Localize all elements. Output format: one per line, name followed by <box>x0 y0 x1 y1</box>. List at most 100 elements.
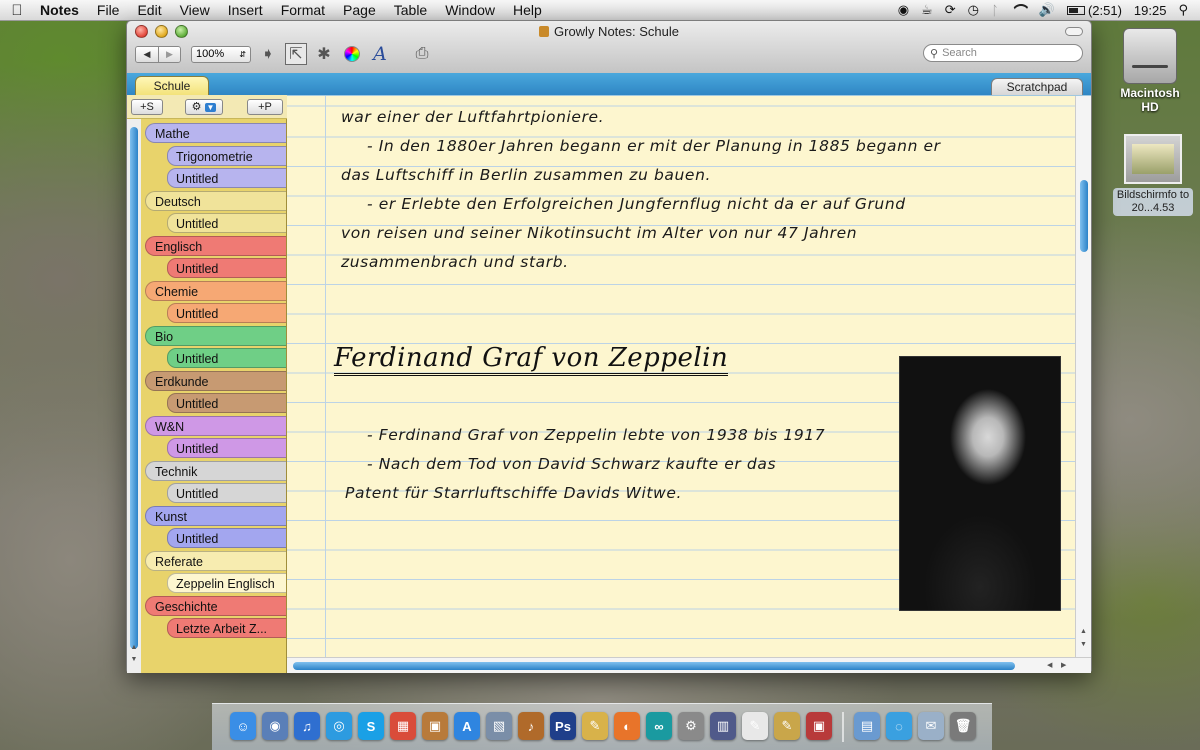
package-icon[interactable]: ▣ <box>422 712 448 740</box>
toolbar-toggle-button[interactable] <box>1065 27 1083 36</box>
color-picker-icon[interactable] <box>341 43 363 65</box>
skype-icon[interactable]: S <box>358 712 384 740</box>
vertical-scroll-thumb[interactable] <box>1080 180 1088 252</box>
wifi-icon[interactable] <box>1011 3 1027 17</box>
arrow-tool-icon[interactable]: ➧ <box>257 43 279 65</box>
trash-icon[interactable]: 🗑 <box>950 712 976 740</box>
note-canvas[interactable]: war einer der Luftfahrtpioniere. - In de… <box>287 96 1075 658</box>
spotlight-icon[interactable]: ⚲ <box>1178 2 1188 18</box>
guitar-icon[interactable]: ♪ <box>518 712 544 740</box>
section-tab[interactable]: Kunst <box>145 505 286 526</box>
section-tab[interactable]: Technik <box>145 460 286 481</box>
section-tab[interactable]: Deutsch <box>145 190 286 211</box>
scroll-down-icon[interactable]: ▼ <box>127 656 141 663</box>
menu-view[interactable]: View <box>171 2 219 18</box>
photoshop-icon[interactable]: Ps <box>550 712 576 740</box>
arduino-icon[interactable]: ∞ <box>646 712 672 740</box>
sidebar-scroll-thumb[interactable] <box>130 127 138 649</box>
scroll-left-icon[interactable]: ◀ <box>1047 661 1052 669</box>
appstore-icon[interactable]: A <box>454 712 480 740</box>
page-tab[interactable]: Untitled <box>167 213 286 233</box>
note-bullet[interactable]: - In den 1880er Jahren begann er mit der… <box>367 137 941 155</box>
title-bar[interactable]: Growly Notes: Schule ◀ ▶ 100% ⇵ ➧ ⇱ ✱ A ⎙… <box>127 21 1091 73</box>
desktop-icon-screenshot[interactable]: Bildschirmfo to 20...4.53 <box>1113 134 1193 216</box>
page-tab[interactable]: Letzte Arbeit Z... <box>167 618 286 638</box>
bluetooth-icon[interactable]: ᛚ <box>991 3 999 18</box>
tab-scratchpad[interactable]: Scratchpad <box>991 78 1083 95</box>
shield-icon[interactable]: ◉ <box>898 2 909 18</box>
page-tab[interactable]: Untitled <box>167 483 286 503</box>
applications-folder-icon[interactable]: ▤ <box>854 712 880 740</box>
section-tab[interactable]: Englisch <box>145 235 286 256</box>
print-icon[interactable]: ⎙ <box>411 43 433 65</box>
note-text-line[interactable]: von reisen und seiner Nikotinsucht im Al… <box>341 224 857 242</box>
section-tab[interactable]: Erdkunde <box>145 370 286 391</box>
section-tab[interactable]: Mathe <box>145 123 286 143</box>
note-text-line[interactable]: war einer der Luftfahrtpioniere. <box>341 108 604 126</box>
sidebar-scrollbar[interactable]: ▲ ▼ <box>127 119 141 673</box>
section-tab[interactable]: Bio <box>145 325 286 346</box>
iphoto-icon[interactable]: ▧ <box>486 712 512 740</box>
preview-icon[interactable]: ◉ <box>262 712 288 740</box>
textedit-icon[interactable]: ✎ <box>742 712 768 740</box>
battery-status[interactable]: (2:51) <box>1066 3 1122 18</box>
page-tab[interactable]: Untitled <box>167 348 286 368</box>
menu-window[interactable]: Window <box>436 2 504 18</box>
section-tab[interactable]: Referate <box>145 550 286 571</box>
volume-icon[interactable]: 🔊 <box>1039 2 1055 18</box>
forward-button[interactable]: ▶ <box>158 46 180 62</box>
menu-file[interactable]: File <box>88 2 129 18</box>
menu-app-notes[interactable]: Notes <box>34 2 88 18</box>
note-text-line[interactable]: zusammenbrach und starb. <box>341 253 569 271</box>
bridge-icon[interactable]: ▥ <box>710 712 736 740</box>
scroll-down-icon[interactable]: ▼ <box>1080 641 1087 648</box>
page-tab[interactable]: Untitled <box>167 393 286 413</box>
clock[interactable]: 19:25 <box>1134 3 1167 18</box>
sync-icon[interactable]: ⟳ <box>945 2 956 18</box>
note-bullet[interactable]: - Ferdinand Graf von Zeppelin lebte von … <box>367 426 825 444</box>
photo-booth-icon[interactable]: ▣ <box>806 712 832 740</box>
mail-icon[interactable]: ✉ <box>918 712 944 740</box>
page-tab[interactable]: Untitled <box>167 303 286 323</box>
section-tab[interactable]: Geschichte <box>145 595 286 616</box>
tab-schule[interactable]: Schule <box>135 76 209 95</box>
add-page-button[interactable]: +P <box>247 99 283 115</box>
page-tab[interactable]: Untitled <box>167 168 286 188</box>
finder-icon[interactable]: ☺ <box>230 712 256 740</box>
search-field[interactable]: ⚲ Search <box>923 44 1083 62</box>
scroll-up-icon[interactable]: ▲ <box>127 644 141 651</box>
horizontal-scrollbar[interactable]: ◀ ▶ <box>287 657 1091 673</box>
safari-icon[interactable]: ◎ <box>326 712 352 740</box>
back-button[interactable]: ◀ <box>136 46 158 62</box>
note-bullet[interactable]: - Nach dem Tod von David Schwarz kaufte … <box>367 455 776 473</box>
font-icon[interactable]: A <box>369 43 391 65</box>
gear-menu-button[interactable]: ⚙ ▼ <box>185 99 223 115</box>
zoom-select[interactable]: 100% ⇵ <box>191 45 251 63</box>
menu-format[interactable]: Format <box>272 2 334 18</box>
note-text-line[interactable]: das Luftschiff in Berlin zusammen zu bau… <box>341 166 711 184</box>
vertical-scrollbar[interactable]: ▲ ▼ <box>1075 96 1091 658</box>
section-tab[interactable]: Chemie <box>145 280 286 301</box>
time-machine-icon[interactable]: ◷ <box>968 2 979 18</box>
firefox-icon[interactable]: ◐ <box>614 712 640 740</box>
messages-icon[interactable]: ◌ <box>886 712 912 740</box>
system-prefs-icon[interactable]: ⚙ <box>678 712 704 740</box>
note-page[interactable]: war einer der Luftfahrtpioniere. - In de… <box>287 95 1091 673</box>
menu-edit[interactable]: Edit <box>128 2 170 18</box>
notes-app-icon[interactable]: ✎ <box>582 712 608 740</box>
page-tab[interactable]: Zeppelin Englisch <box>167 573 286 593</box>
section-tab[interactable]: W&N <box>145 415 286 436</box>
scroll-right-icon[interactable]: ▶ <box>1061 661 1066 669</box>
ical-icon[interactable]: ▦ <box>390 712 416 740</box>
apple-menu-icon[interactable]:  <box>0 2 34 19</box>
note-text-line[interactable]: Patent für Starrluftschiffe Davids Witwe… <box>345 484 682 502</box>
page-tab[interactable]: Untitled <box>167 258 286 278</box>
scroll-up-icon[interactable]: ▲ <box>1080 628 1087 635</box>
desktop-icon-macintosh-hd[interactable]: Macintosh HD <box>1118 28 1182 114</box>
asterisk-tool-icon[interactable]: ✱ <box>313 43 335 65</box>
menu-help[interactable]: Help <box>504 2 551 18</box>
menu-table[interactable]: Table <box>385 2 436 18</box>
itunes-icon[interactable]: ♫ <box>294 712 320 740</box>
growly-icon[interactable]: ✎ <box>774 712 800 740</box>
page-tab[interactable]: Untitled <box>167 528 286 548</box>
